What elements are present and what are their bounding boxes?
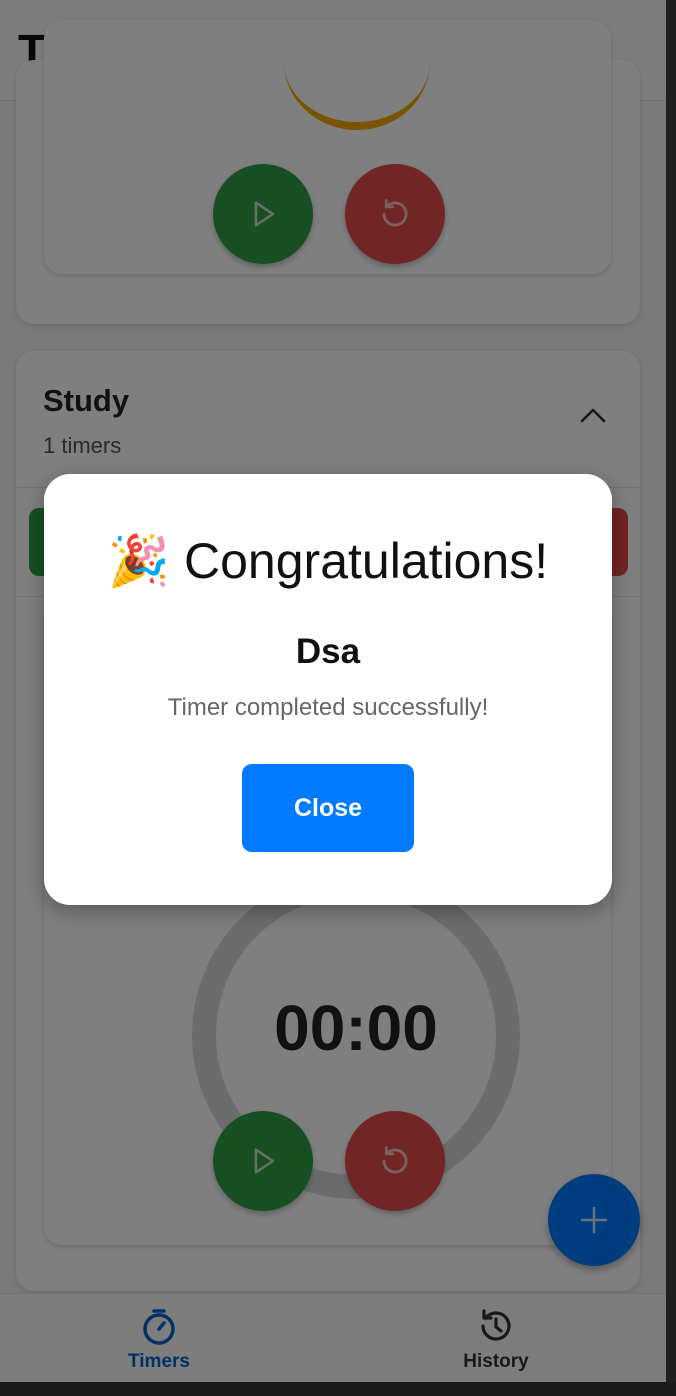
dialog-message: Timer completed successfully! bbox=[167, 694, 489, 721]
screen-edge bbox=[0, 1382, 676, 1396]
timer-name: Dsa bbox=[295, 632, 361, 671]
dialog-title-text: Congratulations! bbox=[184, 533, 549, 589]
close-button[interactable]: Close bbox=[242, 764, 414, 852]
completion-dialog: 🎉 Congratulations! Dsa Timer completed s… bbox=[44, 474, 612, 905]
screen-edge bbox=[666, 0, 676, 1396]
app-screen: Timers Study 1 timers 00:00 bbox=[0, 0, 666, 1382]
dialog-title: 🎉 Congratulations! bbox=[44, 532, 612, 591]
party-popper-icon: 🎉 bbox=[107, 533, 171, 589]
